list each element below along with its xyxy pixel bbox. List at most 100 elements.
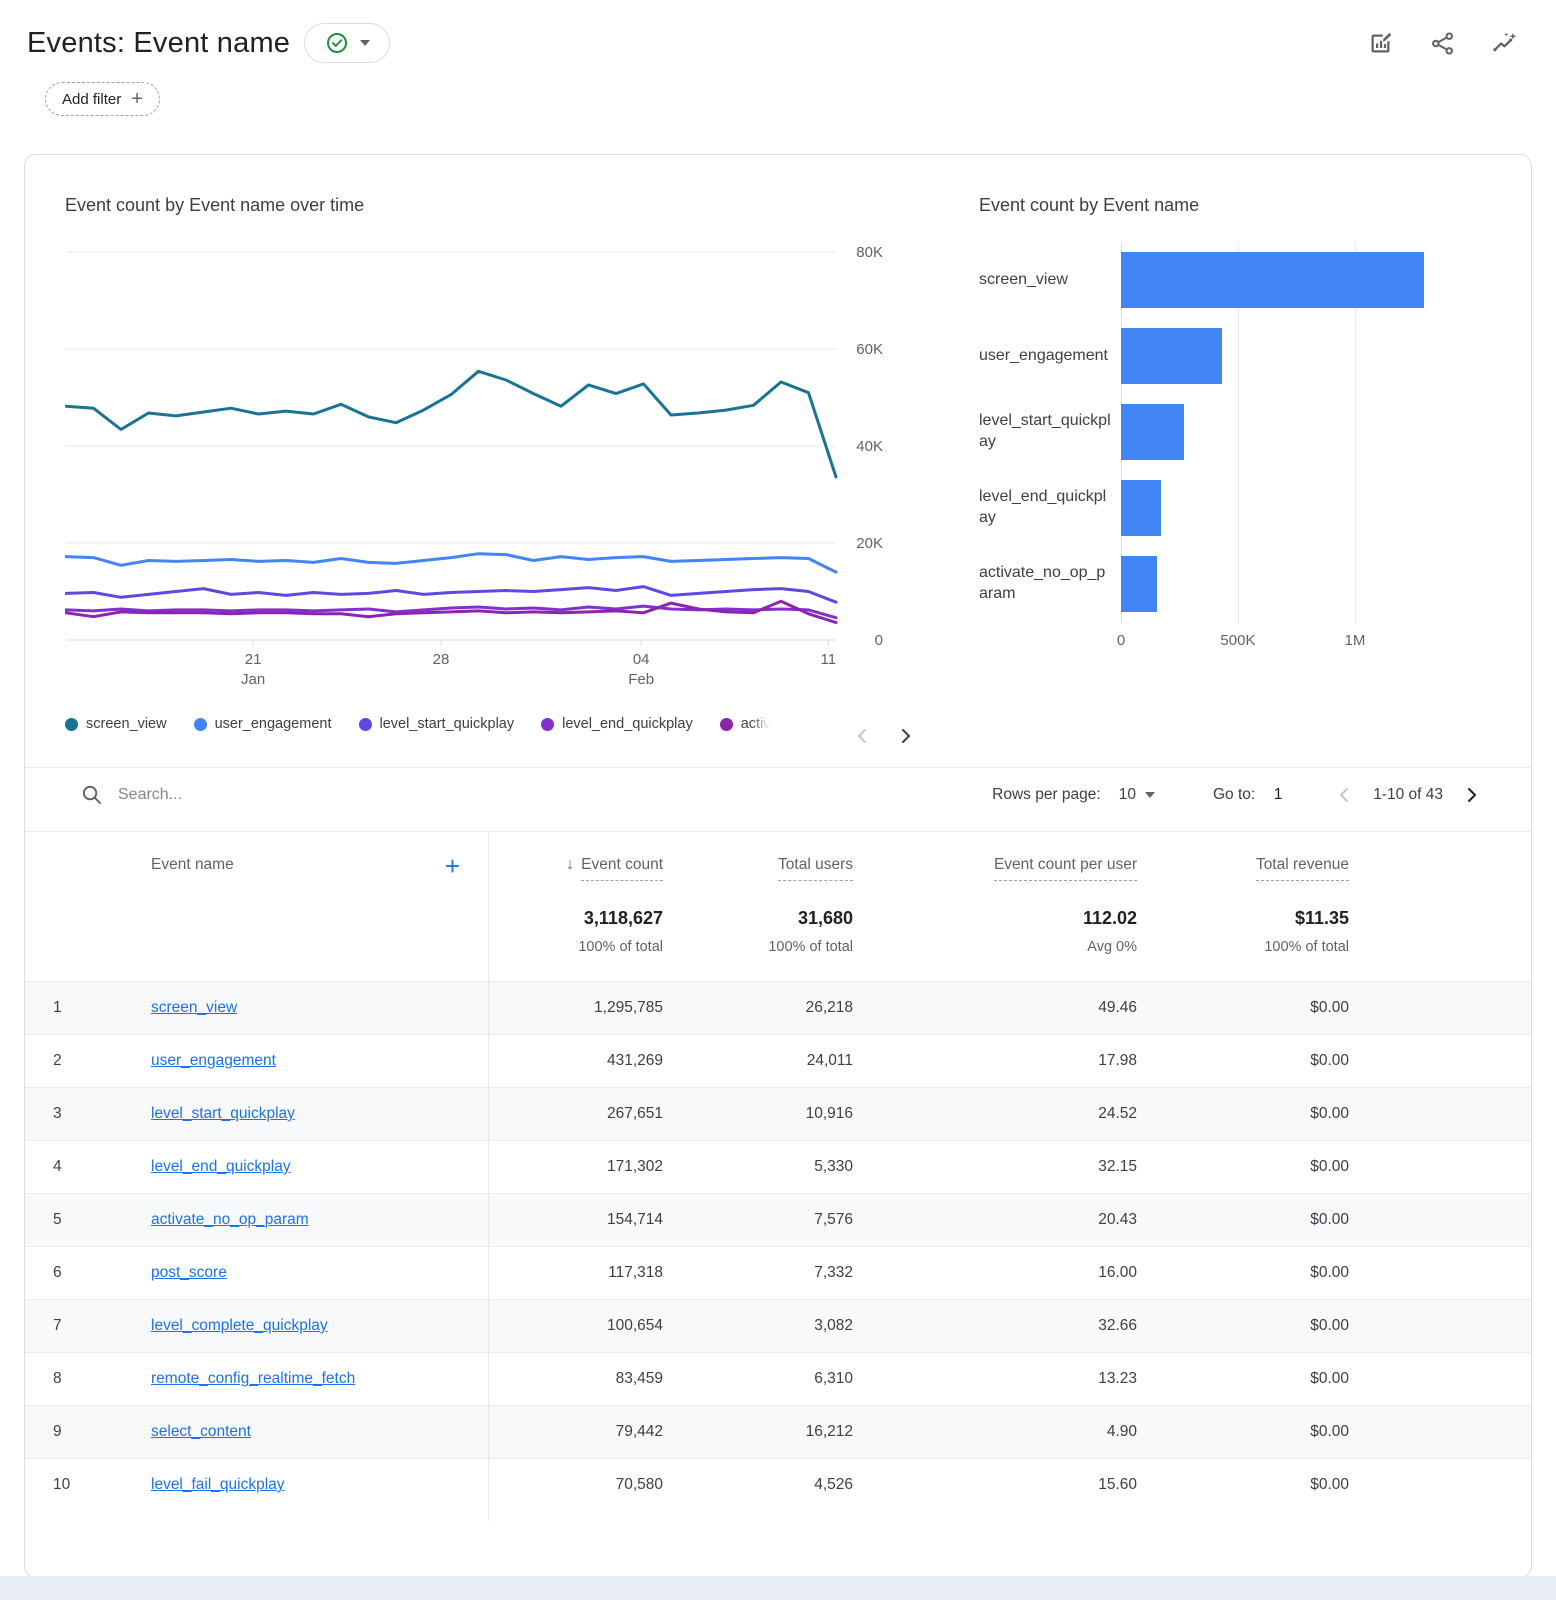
cell-event-count: 117,318: [488, 1264, 663, 1282]
bar-row: [1121, 546, 1465, 622]
cell-total-revenue: $0.00: [1137, 999, 1349, 1017]
cell-event-count-per-user: 49.46: [853, 999, 1137, 1017]
event-name-link[interactable]: remote_config_realtime_fetch: [151, 1370, 355, 1387]
bar-level_end_quickplay[interactable]: [1121, 480, 1161, 536]
plus-icon: +: [131, 89, 143, 109]
legend-item-level_start_quickplay[interactable]: level_start_quickplay: [359, 716, 515, 732]
legend-label: user_engagement: [215, 716, 332, 732]
report-status-dropdown[interactable]: [304, 23, 390, 63]
cell-total-users: 10,916: [663, 1105, 853, 1123]
table-toolbar: Rows per page: 10 Go to: 1-10 of 43: [25, 768, 1531, 821]
column-header-event-name[interactable]: Event name: [151, 856, 234, 874]
event-name-link[interactable]: select_content: [151, 1423, 251, 1440]
event-name-link[interactable]: level_complete_quickplay: [151, 1317, 328, 1334]
legend-dot: [541, 718, 554, 731]
x-axis-tick: 04: [633, 651, 650, 668]
legend-item-screen_view[interactable]: screen_view: [65, 716, 167, 732]
event-name-link[interactable]: post_score: [151, 1264, 227, 1281]
rows-per-page-select[interactable]: 10: [1119, 786, 1155, 804]
bar-x-axis-tick: 0: [1117, 632, 1125, 649]
event-name-link[interactable]: level_end_quickplay: [151, 1158, 291, 1175]
total-per-user-sub: Avg 0%: [853, 939, 1137, 955]
cell-event-count-per-user: 15.60: [853, 1476, 1137, 1494]
customize-report-icon[interactable]: [1367, 30, 1394, 57]
check-circle-icon: [325, 31, 349, 55]
cell-event-count: 267,651: [488, 1105, 663, 1123]
add-filter-button[interactable]: Add filter +: [45, 82, 160, 116]
bar-activate_no_op_param[interactable]: [1121, 556, 1157, 612]
event-name-link[interactable]: screen_view: [151, 999, 237, 1016]
cell-total-users: 16,212: [663, 1423, 853, 1441]
table-row: 6post_score117,3187,33216.00$0.00: [25, 1246, 1531, 1299]
legend-item-level_end_quickplay[interactable]: level_end_quickplay: [541, 716, 693, 732]
row-index: 2: [25, 1052, 89, 1070]
cell-event-count-per-user: 20.43: [853, 1211, 1137, 1229]
column-header-total-users[interactable]: Total users: [663, 856, 853, 876]
legend-label: level_start_quickplay: [380, 716, 515, 732]
legend-dot: [359, 718, 372, 731]
bar-category-label-level_start_quickplay: level_start_quickplay: [979, 394, 1121, 470]
table-row: 5activate_no_op_param154,7147,57620.43$0…: [25, 1193, 1531, 1246]
cell-event-count: 431,269: [488, 1052, 663, 1070]
search-input[interactable]: [118, 786, 438, 804]
legend-item-user_engagement[interactable]: user_engagement: [194, 716, 332, 732]
cell-total-revenue: $0.00: [1137, 1423, 1349, 1441]
bar-screen_view[interactable]: [1121, 252, 1424, 308]
column-header-total-revenue[interactable]: Total revenue: [1137, 856, 1349, 876]
cell-total-users: 7,576: [663, 1211, 853, 1229]
column-header-event-count-per-user[interactable]: Event count per user: [853, 856, 1137, 876]
y-axis-tick: 20K: [856, 535, 883, 552]
share-icon[interactable]: [1429, 30, 1456, 57]
row-index: 1: [25, 999, 89, 1017]
cell-total-revenue: $0.00: [1137, 1211, 1349, 1229]
series-line-activate_no_op_param: [66, 601, 836, 622]
table-row: 10level_fail_quickplay70,5804,52615.60$0…: [25, 1458, 1531, 1511]
previous-page-icon[interactable]: [1335, 785, 1355, 805]
bar-row: [1121, 242, 1465, 318]
cell-total-revenue: $0.00: [1137, 1370, 1349, 1388]
table-row: 2user_engagement431,26924,01117.98$0.00: [25, 1034, 1531, 1087]
footer-strip: [0, 1576, 1556, 1600]
table-row: 3level_start_quickplay267,65110,91624.52…: [25, 1087, 1531, 1140]
bar-row: [1121, 470, 1465, 546]
row-index: 5: [25, 1211, 89, 1229]
legend-next-icon[interactable]: [895, 726, 915, 746]
next-page-icon[interactable]: [1461, 785, 1481, 805]
bar-category-label-user_engagement: user_engagement: [979, 318, 1121, 394]
legend-label: screen_view: [86, 716, 167, 732]
legend-item-activate_no_op_param[interactable]: activ: [720, 716, 771, 732]
table-row: 1screen_view1,295,78526,21849.46$0.00: [25, 981, 1531, 1034]
cell-total-revenue: $0.00: [1137, 1105, 1349, 1123]
legend-previous-icon[interactable]: [853, 726, 873, 746]
table-row: 9select_content79,44216,2124.90$0.00: [25, 1405, 1531, 1458]
series-line-screen_view: [66, 371, 836, 477]
column-header-event-count[interactable]: ↓Event count: [488, 856, 663, 876]
row-index: 3: [25, 1105, 89, 1123]
events-table: Event name + ↓Event count Total users Ev…: [25, 831, 1531, 1511]
y-axis-tick: 80K: [856, 244, 883, 261]
event-name-link[interactable]: user_engagement: [151, 1052, 276, 1069]
total-event-count-sub: 100% of total: [488, 939, 663, 955]
cell-total-revenue: $0.00: [1137, 1052, 1349, 1070]
add-column-button[interactable]: +: [445, 856, 460, 876]
goto-page-input[interactable]: [1255, 786, 1301, 804]
bar-chart-labels: screen_viewuser_engagementlevel_start_qu…: [979, 242, 1121, 624]
event-name-link[interactable]: activate_no_op_param: [151, 1211, 309, 1228]
x-axis-tick: 28: [433, 651, 450, 668]
topbar: Events: Event name: [0, 0, 1556, 116]
cell-event-count-per-user: 32.15: [853, 1158, 1137, 1176]
pagination-range: 1-10 of 43: [1373, 786, 1443, 804]
cell-event-count: 83,459: [488, 1370, 663, 1388]
cell-total-users: 26,218: [663, 999, 853, 1017]
event-name-link[interactable]: level_start_quickplay: [151, 1105, 295, 1122]
chevron-down-icon: [1145, 792, 1155, 798]
legend-dot: [194, 718, 207, 731]
insights-icon[interactable]: [1491, 30, 1518, 57]
total-event-count: 3,118,627: [488, 908, 663, 929]
total-per-user: 112.02: [853, 908, 1137, 929]
bar-user_engagement[interactable]: [1121, 328, 1222, 384]
bar-x-axis-tick: 500K: [1220, 632, 1255, 649]
chart-legend: screen_view user_engagement level_start_qu…: [65, 702, 915, 746]
event-name-link[interactable]: level_fail_quickplay: [151, 1476, 285, 1493]
bar-level_start_quickplay[interactable]: [1121, 404, 1184, 460]
